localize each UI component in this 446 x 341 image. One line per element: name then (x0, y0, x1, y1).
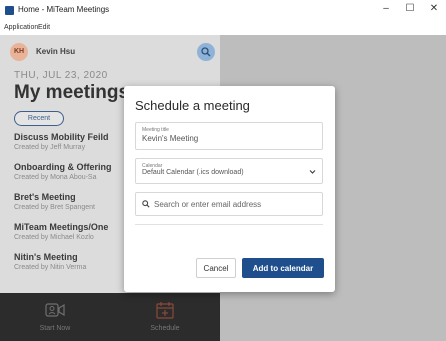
user-name: Kevin Hsu (36, 47, 76, 56)
title-bar: Home - MiTeam Meetings – ☐ ✕ (0, 0, 446, 22)
add-to-calendar-button[interactable]: Add to calendar (242, 258, 324, 278)
calendar-value: Default Calendar (.ics download) (142, 169, 244, 176)
page-title: My meetings (14, 82, 130, 103)
bottom-action-bar: Start Now Schedule (0, 293, 220, 341)
start-now-label: Start Now (39, 325, 71, 332)
window-title: Home - MiTeam Meetings (18, 5, 110, 14)
recent-filter-button[interactable]: Recent (14, 111, 64, 126)
calendar-select[interactable]: Calendar Default Calendar (.ics download… (135, 158, 323, 184)
menu-bar: Application Edit (0, 22, 446, 35)
dialog-title: Schedule a meeting (135, 98, 250, 113)
chevron-down-icon (309, 170, 316, 174)
schedule-button[interactable]: Schedule (110, 293, 220, 341)
app-window: Home - MiTeam Meetings – ☐ ✕ Application… (0, 0, 446, 341)
search-button[interactable] (197, 43, 215, 61)
calendar-add-icon (156, 302, 174, 319)
attendee-search-input[interactable] (154, 198, 314, 210)
start-now-button[interactable]: Start Now (0, 293, 110, 341)
meeting-title-label: Meeting title (142, 127, 169, 133)
date-label: THU, JUL 23, 2020 (14, 70, 108, 81)
meeting-title-value: Kevin's Meeting (142, 134, 199, 143)
schedule-meeting-dialog: Schedule a meeting Meeting title Kevin's… (124, 86, 335, 292)
divider (135, 224, 323, 225)
menu-edit[interactable]: Edit (38, 24, 50, 31)
maximize-button[interactable]: ☐ (400, 3, 420, 14)
minimize-button[interactable]: – (376, 3, 396, 14)
schedule-label: Schedule (150, 325, 180, 332)
video-camera-icon (45, 303, 65, 317)
app-logo-icon (5, 6, 14, 15)
cancel-button[interactable]: Cancel (196, 258, 236, 278)
menu-application[interactable]: Application (4, 24, 38, 31)
avatar[interactable]: KH (10, 43, 28, 61)
attendee-search-field[interactable] (135, 192, 323, 216)
search-icon (201, 47, 211, 57)
close-button[interactable]: ✕ (424, 3, 444, 14)
user-row: KH Kevin Hsu (10, 43, 215, 61)
meeting-title-field[interactable]: Meeting title Kevin's Meeting (135, 122, 323, 150)
search-icon (142, 200, 150, 208)
